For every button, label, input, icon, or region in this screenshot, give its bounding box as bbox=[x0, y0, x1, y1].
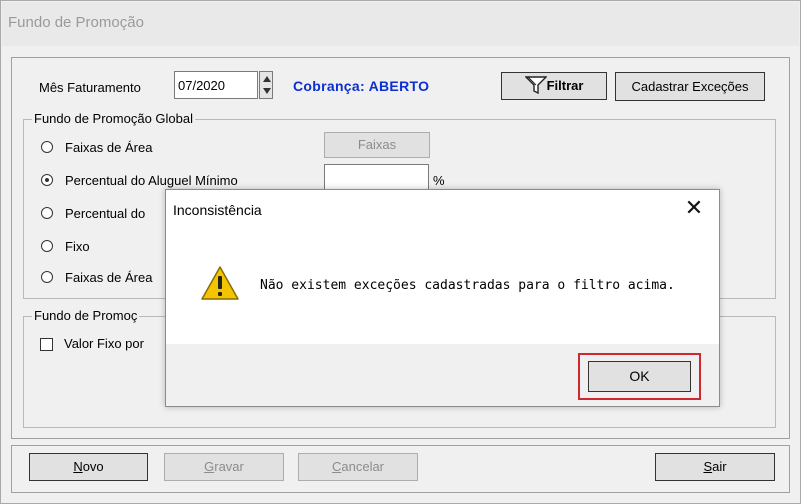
dialog-message: Não existem exceções cadastradas para o … bbox=[260, 278, 675, 293]
funnel-icon bbox=[523, 76, 548, 95]
cancelar-rest: ancelar bbox=[341, 459, 385, 474]
status-text: Cobrança: ABERTO bbox=[293, 78, 430, 94]
gravar-button[interactable]: Gravar bbox=[164, 453, 284, 481]
dialog-title: Inconsistência bbox=[173, 202, 262, 218]
faixas-button[interactable]: Faixas bbox=[324, 132, 430, 158]
global-group-legend: Fundo de Promoção Global bbox=[32, 111, 195, 126]
window-title: Fundo de Promoção bbox=[8, 14, 144, 31]
radio-faixas-area-label: Faixas de Área bbox=[65, 140, 153, 155]
title-bar: Fundo de Promoção bbox=[2, 2, 799, 46]
month-input[interactable] bbox=[174, 71, 258, 99]
second-group-legend: Fundo de Promoç bbox=[32, 308, 140, 323]
gravar-rest: ravar bbox=[214, 459, 244, 474]
cancelar-key: C bbox=[331, 459, 342, 474]
radio-percentual-do-label: Percentual do bbox=[65, 206, 146, 221]
radio-fixo[interactable] bbox=[41, 240, 53, 252]
sair-rest: air bbox=[712, 459, 727, 474]
radio-percentual-aluguel[interactable] bbox=[41, 174, 53, 186]
valor-fixo-checkbox[interactable] bbox=[40, 338, 53, 351]
novo-rest: ovo bbox=[82, 459, 104, 474]
month-label: Mês Faturamento bbox=[39, 80, 141, 95]
sair-button[interactable]: Sair bbox=[655, 453, 775, 481]
percent-symbol: % bbox=[433, 173, 445, 188]
radio-faixas-area[interactable] bbox=[41, 141, 53, 153]
month-spinner[interactable] bbox=[259, 71, 273, 99]
valor-fixo-label: Valor Fixo por bbox=[64, 336, 144, 351]
radio-faixas-area-2[interactable] bbox=[41, 271, 53, 283]
ok-button[interactable]: OK bbox=[588, 361, 691, 392]
radio-percentual-do[interactable] bbox=[41, 207, 53, 219]
novo-button[interactable]: Novo bbox=[29, 453, 148, 481]
filter-button[interactable]: Filtrar bbox=[501, 72, 607, 100]
novo-key: N bbox=[73, 459, 83, 474]
close-icon[interactable]: ✕ bbox=[683, 196, 705, 220]
spin-up-icon[interactable] bbox=[263, 76, 271, 82]
register-exceptions-button[interactable]: Cadastrar Exceções bbox=[615, 72, 765, 101]
sair-key: S bbox=[703, 459, 713, 474]
radio-fixo-label: Fixo bbox=[65, 239, 90, 254]
cancelar-button[interactable]: Cancelar bbox=[298, 453, 418, 481]
ok-highlight: OK bbox=[578, 353, 701, 400]
filter-button-label: Filtrar bbox=[546, 78, 584, 93]
percent-input[interactable] bbox=[324, 164, 429, 191]
radio-faixas-area-2-label: Faixas de Área bbox=[65, 270, 153, 285]
spin-down-icon[interactable] bbox=[263, 88, 271, 94]
gravar-key: G bbox=[204, 459, 215, 474]
warning-icon bbox=[201, 266, 239, 300]
inconsistency-dialog: Inconsistência ✕ Não existem exceções ca… bbox=[165, 189, 720, 407]
radio-percentual-aluguel-label: Percentual do Aluguel Mínimo bbox=[65, 173, 238, 188]
